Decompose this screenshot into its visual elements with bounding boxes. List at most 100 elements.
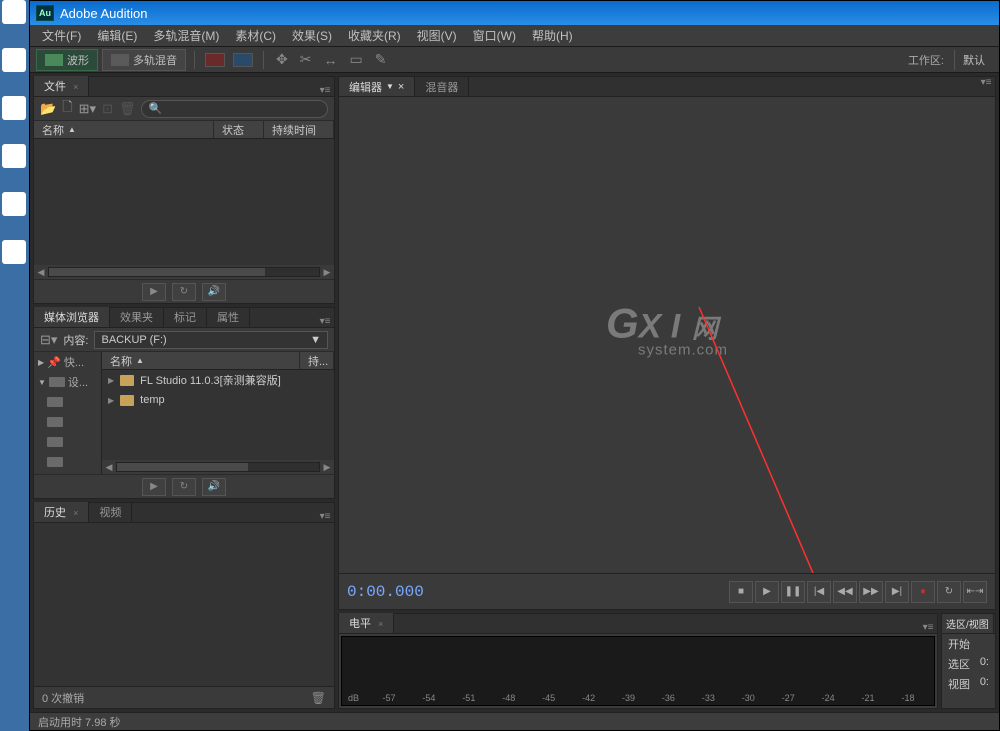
play-button[interactable]: ▶ [755,581,779,603]
selection-tool-icon[interactable]: ▭ [345,51,366,68]
color-swatch[interactable] [205,53,225,67]
scroll-left-icon[interactable]: ◀ [34,267,48,278]
tab-levels[interactable]: 电平 × [339,613,394,633]
menu-file[interactable]: 文件(F) [34,27,89,44]
new-file-icon[interactable]: 🗋 [62,98,72,120]
skip-selection-button[interactable]: ⇤⇥ [963,581,987,603]
folder-row[interactable]: ▶ FL Studio 11.0.3[亲测兼容版] [102,370,334,390]
panel-flyout-icon[interactable]: ▾≡ [919,622,937,633]
menu-effects[interactable]: 效果(S) [284,27,340,44]
trash-icon[interactable]: 🗑 [311,691,326,705]
tab-editor[interactable]: 编辑器 ▼ × [339,77,415,96]
col-name[interactable]: 名称 ▲ [34,121,214,138]
color-swatch[interactable] [233,53,253,67]
tree-drive[interactable]: ▶ [34,392,101,412]
mb-hscroll[interactable]: ◀ ▶ [102,460,334,474]
rewind-button[interactable]: ◀◀ [833,581,857,603]
menu-clip[interactable]: 素材(C) [227,27,284,44]
menu-help[interactable]: 帮助(H) [524,27,581,44]
files-hscroll[interactable]: ◀ ▶ [34,265,334,279]
close-icon[interactable]: × [73,508,78,518]
menu-multitrack[interactable]: 多轨混音(M) [145,27,227,44]
folder-row[interactable]: ▶ temp [102,390,334,410]
panel-flyout-icon[interactable]: ▾≡ [316,85,334,96]
scroll-right-icon[interactable]: ▶ [320,462,334,473]
tab-selview[interactable]: 选区/视图 [942,614,994,633]
levels-meter: dB -57 -54 -51 -48 -45 -42 -39 -36 -33 -… [341,636,935,706]
brush-tool-icon[interactable]: ✎ [371,51,391,68]
search-input[interactable] [166,103,321,115]
tab-markers[interactable]: 标记 [164,307,207,327]
tab-video[interactable]: 视频 [89,502,132,522]
tab-properties[interactable]: 属性 [207,307,250,327]
editor-canvas[interactable]: GX I 网 system.com [339,97,995,573]
menubar: 文件(F) 编辑(E) 多轨混音(M) 素材(C) 效果(S) 收藏夹(R) 视… [30,25,999,47]
tab-history[interactable]: 历史 × [34,502,89,522]
play-button[interactable]: ▶ [142,478,166,496]
mode-multitrack-label: 多轨混音 [133,52,177,68]
cut-tool-icon[interactable]: ✂ [296,51,316,68]
tab-mixer[interactable]: 混音器 [415,77,469,96]
skip-end-button[interactable]: ▶| [885,581,909,603]
open-folder-icon[interactable]: 📂 [40,101,56,117]
autoplay-button[interactable]: 🔊 [202,478,226,496]
desktop-icon[interactable] [0,144,28,184]
trash-icon[interactable]: 🗑 [119,101,136,117]
timecode[interactable]: 0:00.000 [347,583,424,601]
tree-shortcut[interactable]: ▶📌快... [34,352,101,372]
close-icon[interactable]: × [398,81,404,93]
move-tool-icon[interactable]: ✥ [272,51,292,68]
close-icon[interactable]: × [73,82,78,92]
panel-flyout-icon[interactable]: ▾≡ [316,316,334,327]
col-duration[interactable]: 持... [300,352,334,369]
menu-edit[interactable]: 编辑(E) [89,27,145,44]
expand-icon[interactable]: ▶ [108,396,114,405]
autoplay-button[interactable]: 🔊 [202,283,226,301]
multitrack-insert-icon[interactable]: ⊞▾ [79,101,96,117]
col-duration[interactable]: 持续时间 [264,121,334,138]
undo-count: 0 次撤销 [42,690,84,706]
col-status[interactable]: 状态 [214,121,264,138]
menu-view[interactable]: 视图(V) [409,27,465,44]
mode-waveform-button[interactable]: 波形 [36,49,98,71]
mode-multitrack-button[interactable]: 多轨混音 [102,49,186,71]
desktop-icon[interactable] [0,240,28,280]
skip-start-button[interactable]: |◀ [807,581,831,603]
menu-favorites[interactable]: 收藏夹(R) [340,27,409,44]
tree-drive[interactable]: ▶ [34,412,101,432]
workspace-dropdown[interactable]: 默认 [954,50,993,70]
files-search[interactable]: 🔍 [141,100,328,118]
expand-icon[interactable]: ▶ [108,376,114,385]
tree-drive[interactable]: ▼设... [34,372,101,392]
play-button[interactable]: ▶ [142,283,166,301]
stop-button[interactable]: ■ [729,581,753,603]
tab-effects-rack[interactable]: 效果夹 [110,307,164,327]
scroll-right-icon[interactable]: ▶ [320,267,334,278]
tab-media-browser[interactable]: 媒体浏览器 [34,307,110,327]
tree-drive[interactable]: ▶ [34,432,101,452]
desktop-icon[interactable] [0,96,28,136]
desktop-icon[interactable] [0,0,28,40]
content-dropdown[interactable]: BACKUP (F:) ▼ [94,331,328,349]
loop-button[interactable]: ↻ [172,283,196,301]
sort-icon[interactable]: ⊡ [102,101,113,117]
loop-button[interactable]: ↻ [172,478,196,496]
pause-button[interactable]: ❚❚ [781,581,805,603]
close-icon[interactable]: × [378,619,383,629]
loop-button[interactable]: ↻ [937,581,961,603]
tab-files[interactable]: 文件 × [34,76,89,96]
chevron-down-icon[interactable]: ▼ [386,82,394,91]
shortcut-icon[interactable]: ⊟▾ [40,332,57,348]
col-name[interactable]: 名称 ▲ [102,352,300,369]
menu-window[interactable]: 窗口(W) [465,27,524,44]
chevron-down-icon: ▼ [310,334,321,346]
desktop-icon[interactable] [0,192,28,232]
desktop-icon[interactable] [0,48,28,88]
tree-drive[interactable]: ▶ [34,452,101,472]
forward-button[interactable]: ▶▶ [859,581,883,603]
panel-flyout-icon[interactable]: ▾≡ [316,511,334,522]
record-button[interactable]: ● [911,581,935,603]
panel-flyout-icon[interactable]: ▾≡ [977,77,995,96]
slip-tool-icon[interactable]: ↔ [319,52,341,68]
scroll-left-icon[interactable]: ◀ [102,462,116,473]
